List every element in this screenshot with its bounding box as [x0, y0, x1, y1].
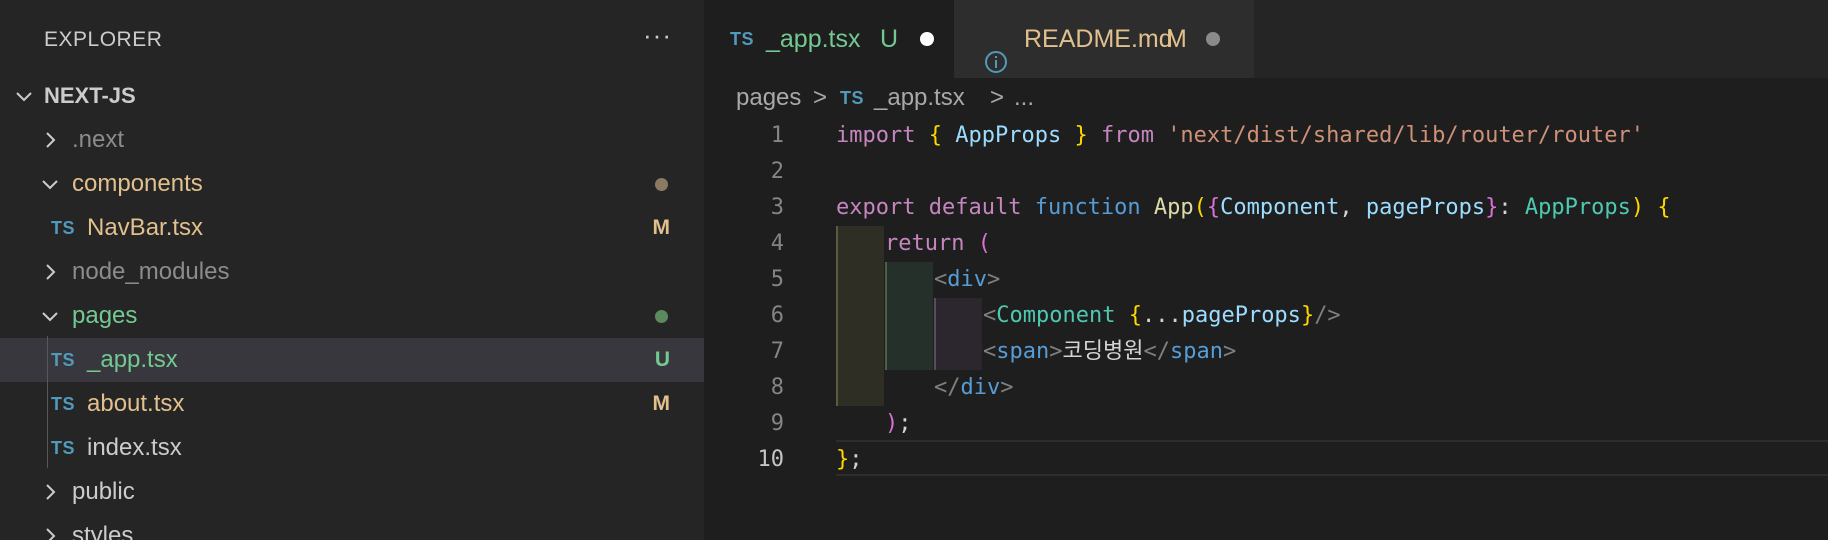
typescript-icon: TS [840, 88, 865, 108]
line-number: 7 [770, 339, 784, 364]
code-line-7: <span>코딩병원</span> [983, 339, 1237, 364]
tree-item-index[interactable]: TS index.tsx [0, 426, 704, 470]
explorer-sidebar: EXPLORER ··· NEXT-JS .next components TS… [0, 0, 704, 540]
tree-item-next[interactable]: .next [0, 118, 704, 162]
chevron-down-icon [14, 74, 34, 118]
tree-item-node-modules[interactable]: node_modules [0, 250, 704, 294]
untracked-dot-icon [655, 310, 668, 323]
line-number: 4 [770, 231, 784, 256]
more-actions-icon[interactable]: ··· [643, 20, 672, 51]
typescript-icon: TS [730, 29, 755, 49]
tree-item-navbar[interactable]: TS NavBar.tsx M [0, 206, 704, 250]
current-line-highlight [836, 440, 1828, 476]
indent-rainbow [936, 298, 982, 370]
code-line-9: ); [885, 411, 912, 436]
line-number: 9 [770, 411, 784, 436]
tree-item-app[interactable]: TS _app.tsx U [0, 338, 704, 382]
tree-item-label: .next [72, 126, 125, 153]
tree-item-styles[interactable]: styles [0, 514, 704, 540]
tree-item-label: index.tsx [87, 434, 182, 461]
line-number: 1 [770, 123, 784, 148]
tab-label: README.md [1024, 25, 1173, 53]
git-status-badge: M [652, 216, 671, 239]
code-line-3: export default function App({Component, … [836, 195, 1671, 220]
breadcrumb-folder[interactable]: pages [736, 78, 801, 118]
tree-item-label: pages [72, 302, 138, 329]
chevron-down-icon [40, 162, 60, 206]
unsaved-dot-icon[interactable] [920, 32, 934, 46]
chevron-down-icon [40, 294, 60, 338]
tab-status: M [1166, 25, 1187, 53]
code-line-4: return ( [885, 231, 991, 256]
line-number: 8 [770, 375, 784, 400]
breadcrumb-more[interactable]: ... [1014, 78, 1034, 118]
indent-guide [47, 336, 48, 468]
tree-item-label: components [72, 170, 203, 197]
line-number: 6 [770, 303, 784, 328]
line-number: 5 [770, 267, 784, 292]
tree-item-pages[interactable]: pages [0, 294, 704, 338]
code-editor[interactable]: 1 2 3 4 5 6 7 8 9 10 import { AppProps }… [704, 118, 1828, 540]
tree-item-label: NavBar.tsx [87, 214, 204, 241]
tree-item-label: styles [72, 522, 134, 540]
tree-item-label: public [72, 478, 135, 505]
chevron-right-icon [40, 470, 60, 514]
tree-item-label: about.tsx [87, 390, 185, 417]
breadcrumb-file[interactable]: _app.tsx [874, 78, 965, 118]
chevron-right-icon [40, 250, 60, 294]
tree-item-label: node_modules [72, 258, 230, 285]
chevron-right-icon: > [813, 84, 828, 111]
info-icon [984, 27, 1008, 73]
project-root[interactable]: NEXT-JS [0, 74, 704, 118]
indent-rainbow [887, 262, 933, 370]
unsaved-dot-icon[interactable] [1206, 32, 1220, 46]
code-line-8: </div> [934, 375, 1014, 400]
chevron-right-icon: > [990, 84, 1005, 111]
tree-item-public[interactable]: public [0, 470, 704, 514]
code-line-5: <div> [934, 267, 1001, 292]
tab-readme-md[interactable]: README.md M [954, 0, 1254, 78]
chevron-right-icon [40, 118, 60, 162]
typescript-icon: TS [51, 350, 76, 370]
line-number: 3 [770, 195, 784, 220]
code-line-1: import { AppProps } from 'next/dist/shar… [836, 123, 1645, 148]
tree-item-about[interactable]: TS about.tsx M [0, 382, 704, 426]
code-line-10: }; [836, 447, 863, 472]
project-name: NEXT-JS [44, 83, 136, 108]
typescript-icon: TS [51, 394, 76, 414]
indent-rainbow [838, 226, 884, 406]
explorer-header: EXPLORER ··· [0, 0, 704, 80]
typescript-icon: TS [51, 218, 76, 238]
modified-dot-icon [655, 178, 668, 191]
tree-item-components[interactable]: components [0, 162, 704, 206]
code-line-6: <Component {...pageProps}/> [983, 303, 1341, 328]
git-status-badge: M [652, 392, 671, 415]
editor-area: TS _app.tsx U README.md M pages > TS _ap… [704, 0, 1828, 540]
line-number-active: 10 [757, 447, 785, 472]
tab-status: U [880, 25, 899, 53]
explorer-title: EXPLORER [44, 28, 163, 51]
git-status-badge: U [654, 348, 670, 371]
line-number: 2 [770, 159, 784, 184]
typescript-icon: TS [51, 438, 76, 458]
tab-app-tsx[interactable]: TS _app.tsx U [704, 0, 954, 78]
chevron-right-icon [40, 514, 60, 540]
tab-bar: TS _app.tsx U README.md M [704, 0, 1828, 78]
tab-label: _app.tsx [766, 25, 861, 53]
tree-item-label: _app.tsx [87, 346, 178, 373]
